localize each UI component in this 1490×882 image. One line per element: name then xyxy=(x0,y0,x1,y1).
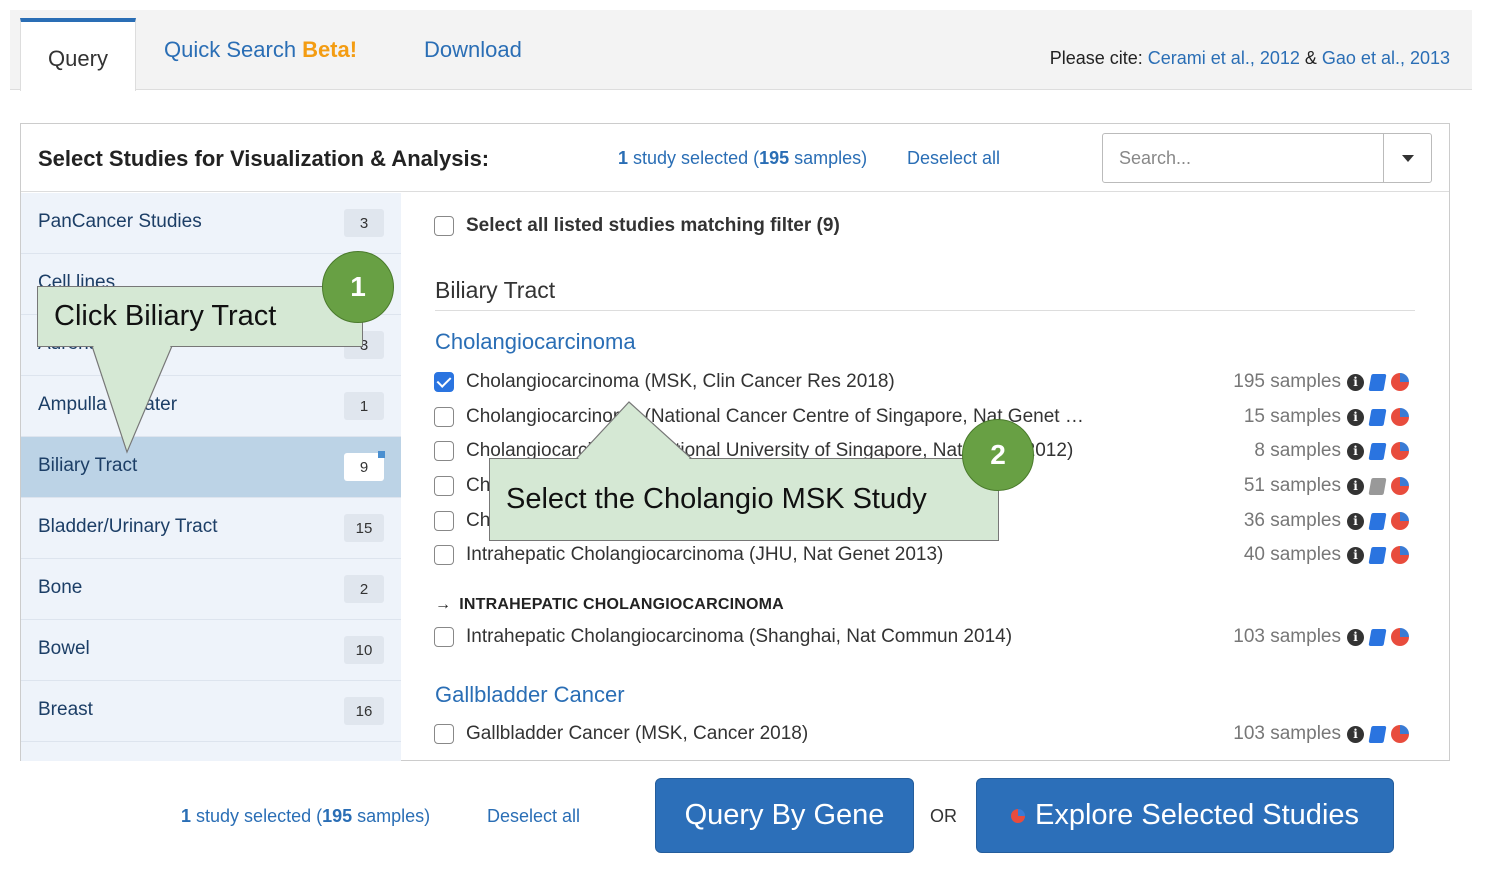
step-badge-2: 2 xyxy=(962,419,1034,491)
callout1-tail-cover xyxy=(93,345,171,450)
step-badge-1: 1 xyxy=(322,251,394,323)
callout2-tail-cover xyxy=(577,404,691,460)
callout-tail-covers xyxy=(93,345,691,460)
